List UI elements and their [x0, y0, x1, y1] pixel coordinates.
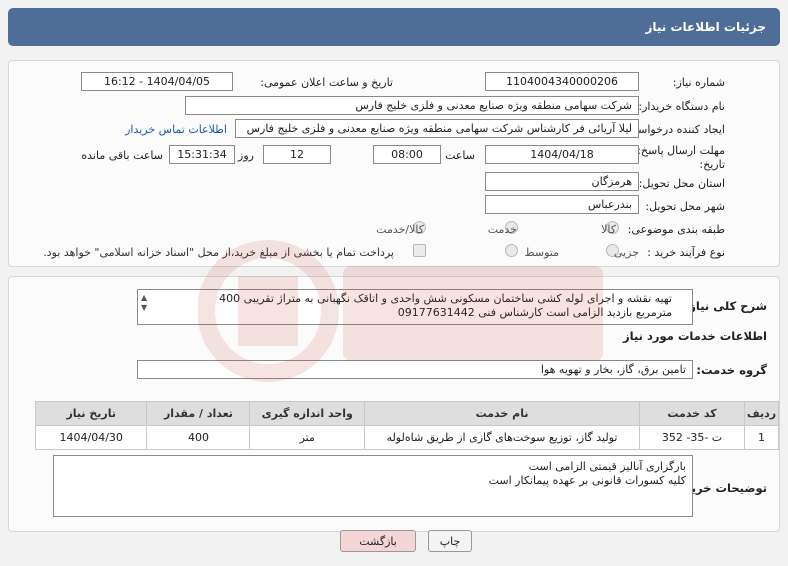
- cell-qty: 400: [146, 425, 251, 450]
- buyer-org-label: نام دستگاه خریدار:: [638, 100, 725, 113]
- print-button[interactable]: چاپ: [428, 530, 472, 552]
- col-name: نام خدمت: [364, 401, 640, 426]
- process-option-medium: متوسط: [524, 246, 559, 259]
- col-qty: تعداد / مقدار: [146, 401, 251, 426]
- process-radio-medium[interactable]: [505, 244, 518, 257]
- page-title-bar: جزئیات اطلاعات نیاز: [8, 8, 780, 46]
- deadline-label-line1: مهلت ارسال پاسخ: تا: [627, 144, 725, 157]
- category-option-goods: کالا: [601, 223, 616, 236]
- province-label: استان محل تحویل:: [638, 177, 725, 190]
- province-field[interactable]: هرمزگان: [485, 172, 639, 191]
- need-number-field[interactable]: 1104004340000206: [485, 72, 639, 91]
- cell-name: تولید گاز، توزیع سوخت‌های گازی از طریق ش…: [364, 425, 640, 450]
- buyer-contact-link[interactable]: اطلاعات تماس خریدار: [125, 123, 227, 136]
- col-code: کد خدمت: [638, 401, 746, 426]
- summary-label: شرح کلی نیاز:: [684, 299, 767, 313]
- need-number-label: شماره نیاز:: [672, 76, 725, 89]
- col-unit: واحد اندازه گیری: [249, 401, 366, 426]
- process-type-label: نوع فرآیند خرید :: [647, 246, 725, 259]
- treasury-payment-checkbox[interactable]: [413, 244, 426, 257]
- cell-date: 1404/04/30: [34, 425, 148, 450]
- announce-date-label: تاریخ و ساعت اعلان عمومی:: [260, 76, 393, 89]
- announce-date-field[interactable]: 1404/04/05 - 16:12: [81, 72, 233, 91]
- services-section-title: اطلاعات خدمات مورد نیاز: [623, 329, 767, 343]
- col-date: تاریخ نیاز: [34, 401, 148, 426]
- cell-unit: متر: [249, 425, 366, 450]
- buyer-notes-line-1: بارگزاری آنالیز قیمتی الزامی است: [528, 460, 686, 473]
- remaining-time-field[interactable]: 15:31:34: [169, 145, 235, 164]
- cell-row: 1: [744, 425, 779, 450]
- need-details-page: جزئیات اطلاعات نیاز شماره نیاز: 11040043…: [8, 6, 780, 560]
- buyer-org-field[interactable]: شرکت سهامی منطقه ویژه صنایع معدنی و فلزی…: [185, 96, 639, 115]
- city-label: شهر محل تحویل:: [645, 200, 725, 213]
- scroll-down-icon[interactable]: ▼: [141, 301, 147, 315]
- table-row[interactable]: 1 ت -35- 352 تولید گاز، توزیع سوخت‌های گ…: [34, 425, 779, 450]
- services-table: ردیف کد خدمت نام خدمت واحد اندازه گیری ت…: [34, 401, 779, 450]
- service-group-field[interactable]: تامین برق، گاز، بخار و تهویه هوا: [137, 360, 693, 379]
- category-label: طبقه بندی موضوعی:: [627, 223, 725, 236]
- need-details-panel: شرح کلی نیاز: تهیه نقشه و اجرای لوله کشی…: [8, 276, 780, 532]
- col-row: ردیف: [744, 401, 779, 426]
- summary-line-2: مترمربع بازدید الزامی است کارشناس فنی 09…: [397, 306, 672, 319]
- city-field[interactable]: بندرعباس: [485, 195, 639, 214]
- page-title: جزئیات اطلاعات نیاز: [645, 20, 766, 34]
- deadline-label-line2: تاریخ:: [699, 158, 725, 171]
- need-info-panel: شماره نیاز: 1104004340000206 تاریخ و ساع…: [8, 60, 780, 267]
- deadline-date-field[interactable]: 1404/04/18: [485, 145, 639, 164]
- remaining-time-label: ساعت باقی مانده: [81, 149, 163, 162]
- creator-field[interactable]: لیلا آریائی فر کارشناس شرکت سهامی منطقه …: [235, 119, 639, 138]
- days-remaining-field[interactable]: 12: [263, 145, 331, 164]
- buyer-notes-line-2: کلیه کسورات قانونی بر عهده پیمانکار است: [488, 474, 686, 487]
- deadline-time-field[interactable]: 08:00: [373, 145, 441, 164]
- summary-line-1: تهیه نقشه و اجرای لوله کشی ساختمان مسکون…: [219, 292, 672, 305]
- back-button[interactable]: بازگشت: [340, 530, 416, 552]
- summary-textarea[interactable]: تهیه نقشه و اجرای لوله کشی ساختمان مسکون…: [137, 289, 693, 325]
- services-table-header: ردیف کد خدمت نام خدمت واحد اندازه گیری ت…: [34, 401, 779, 426]
- buyer-notes-textarea[interactable]: بارگزاری آنالیز قیمتی الزامی است کلیه کس…: [53, 455, 693, 517]
- deadline-time-label: ساعت: [445, 149, 475, 162]
- category-option-service: خدمت: [487, 223, 517, 236]
- category-option-goods-service: کالا/خدمت: [376, 223, 424, 236]
- service-group-label: گروه خدمت:: [696, 363, 767, 377]
- treasury-payment-note: پرداخت تمام یا بخشی از مبلغ خرید،از محل …: [43, 246, 394, 259]
- process-option-minor: جزیی: [613, 246, 639, 259]
- cell-code: ت -35- 352: [638, 425, 746, 450]
